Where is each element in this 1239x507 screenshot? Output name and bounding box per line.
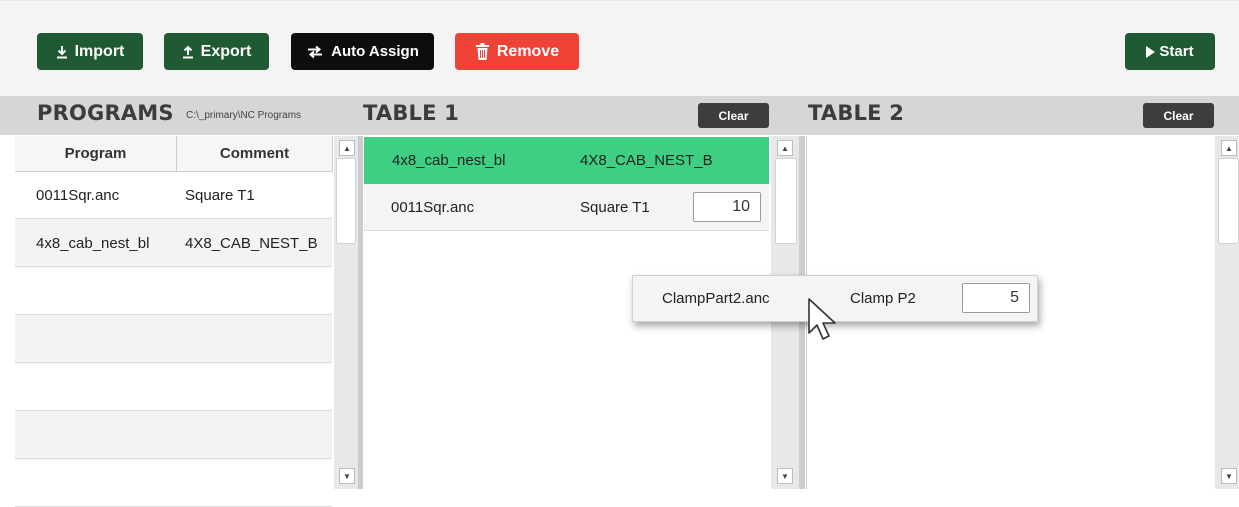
- scroll-up-button[interactable]: ▲: [1221, 140, 1237, 156]
- table-row[interactable]: 0011Sqr.anc Square T1: [15, 172, 332, 219]
- scroll-down-button[interactable]: ▼: [339, 468, 355, 484]
- scroll-up-button[interactable]: ▲: [339, 140, 355, 156]
- table-row[interactable]: 4x8_cab_nest_bl 4X8_CAB_NEST_B: [15, 220, 332, 267]
- start-button[interactable]: Start: [1125, 33, 1215, 70]
- scroll-thumb[interactable]: [1218, 158, 1239, 244]
- mouse-pointer-icon: [807, 297, 843, 343]
- column-header-comment[interactable]: Comment: [177, 136, 332, 171]
- programs-table-header: Program Comment: [15, 136, 333, 172]
- table1-row-selected[interactable]: 4x8_cab_nest_bl 4X8_CAB_NEST_B: [364, 137, 769, 184]
- comment-cell: Square T1: [185, 187, 255, 204]
- remove-label: Remove: [496, 42, 560, 60]
- program-cell: ClampPart2.anc: [662, 290, 770, 307]
- comment-cell: 4X8_CAB_NEST_B: [580, 152, 713, 169]
- comment-cell: Square T1: [580, 199, 650, 216]
- upload-icon: [182, 45, 194, 59]
- programs-path: C:\_primary\NC Programs: [186, 110, 302, 121]
- export-button[interactable]: Export: [164, 33, 269, 70]
- swap-arrows-icon: [306, 45, 324, 59]
- table1-clear-button[interactable]: Clear: [698, 103, 769, 128]
- empty-row: [15, 460, 332, 507]
- table1-row[interactable]: 0011Sqr.anc Square T1 10: [364, 184, 769, 231]
- export-label: Export: [200, 42, 252, 60]
- programs-title: PROGRAMS: [37, 101, 174, 125]
- import-label: Import: [74, 42, 125, 60]
- play-icon: [1146, 45, 1156, 58]
- comment-cell: Clamp P2: [850, 290, 916, 307]
- scroll-down-button[interactable]: ▼: [777, 468, 793, 484]
- scroll-thumb[interactable]: [775, 158, 797, 244]
- import-button[interactable]: Import: [37, 33, 143, 70]
- auto-assign-label: Auto Assign: [331, 43, 419, 60]
- column-header-program[interactable]: Program: [15, 136, 176, 171]
- program-cell: 4x8_cab_nest_bl: [36, 235, 150, 252]
- empty-row: [15, 412, 332, 459]
- start-label: Start: [1159, 43, 1194, 60]
- scroll-thumb[interactable]: [336, 158, 356, 244]
- quantity-input[interactable]: 5: [962, 283, 1030, 313]
- auto-assign-button[interactable]: Auto Assign: [291, 33, 434, 70]
- table2-clear-button[interactable]: Clear: [1143, 103, 1214, 128]
- scroll-down-button[interactable]: ▼: [1221, 468, 1237, 484]
- remove-button[interactable]: Remove: [455, 33, 579, 70]
- program-cell: 4x8_cab_nest_bl: [392, 152, 506, 169]
- empty-row: [15, 268, 332, 315]
- table2-title: TABLE 2: [808, 101, 905, 125]
- table1-title: TABLE 1: [363, 101, 460, 125]
- trash-icon: [475, 42, 490, 61]
- quantity-input[interactable]: 10: [693, 192, 761, 222]
- empty-row: [15, 364, 332, 411]
- program-cell: 0011Sqr.anc: [391, 199, 475, 216]
- download-icon: [56, 45, 68, 59]
- comment-cell: 4X8_CAB_NEST_B: [185, 235, 318, 252]
- empty-row: [15, 316, 332, 363]
- program-cell: 0011Sqr.anc: [36, 187, 120, 204]
- scroll-up-button[interactable]: ▲: [777, 140, 793, 156]
